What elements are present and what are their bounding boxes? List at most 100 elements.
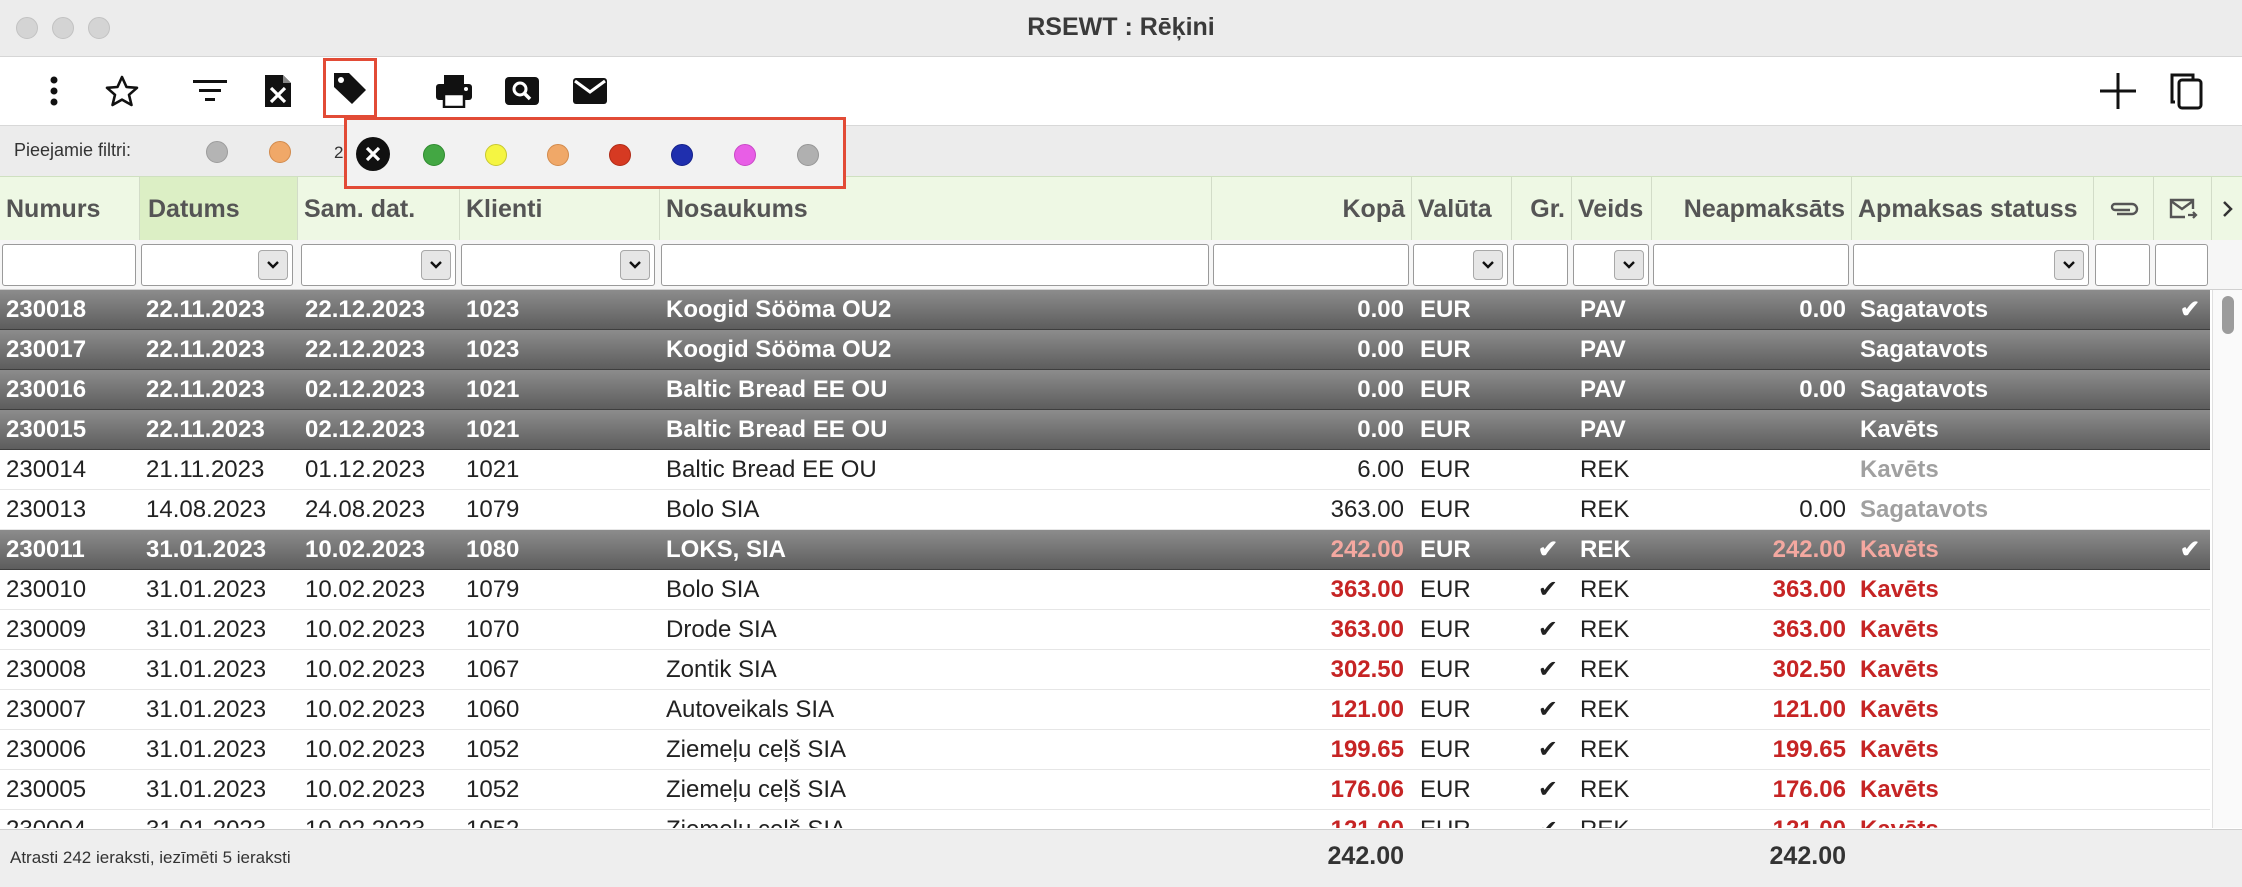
cell-gr	[1512, 490, 1558, 530]
cell-klients: 1067	[466, 656, 520, 683]
table-row[interactable]: 230009 31.01.2023 10.02.2023 1070 Drode …	[0, 610, 2210, 650]
more-button[interactable]	[30, 67, 78, 115]
col-header-datums[interactable]: Datums	[140, 177, 298, 240]
cell-mail	[2154, 610, 2200, 650]
table-row[interactable]: 230017 22.11.2023 22.12.2023 1023 Koogid…	[0, 330, 2210, 370]
col-header-gr[interactable]: Gr.	[1512, 177, 1572, 240]
scrollbar-thumb[interactable]	[2222, 296, 2234, 334]
cell-numurs: 230014	[6, 456, 87, 483]
preview-button[interactable]	[498, 67, 546, 115]
table-row[interactable]: 230018 22.11.2023 22.12.2023 1023 Koogid…	[0, 290, 2210, 330]
print-button[interactable]	[430, 67, 478, 115]
cell-datums: 31.01.2023	[146, 576, 267, 603]
table-row[interactable]: 230015 22.11.2023 02.12.2023 1021 Baltic…	[0, 410, 2210, 450]
filter-input-kopa[interactable]	[1213, 244, 1409, 286]
col-header-valuta[interactable]: Valūta	[1412, 177, 1512, 240]
col-header-mail-sent[interactable]	[2154, 177, 2212, 240]
filter-input-numurs[interactable]	[2, 244, 136, 286]
tag-color-blue[interactable]	[671, 144, 693, 166]
filter-input-attachment[interactable]	[2095, 244, 2150, 286]
cell-klients: 1079	[466, 576, 520, 603]
column-filter-row	[0, 240, 2242, 290]
table-row[interactable]: 230004 31.01.2023 10.02.2023 1052 Ziemeļ…	[0, 810, 2210, 828]
cell-valuta: EUR	[1420, 336, 1471, 363]
filter-select-apmaksas-statuss[interactable]	[1853, 244, 2089, 286]
cell-kopa: 176.06	[1330, 776, 1404, 803]
filter-orange-dot[interactable]	[269, 141, 291, 163]
filter-button[interactable]	[186, 67, 234, 115]
chevron-down-icon	[1473, 250, 1503, 280]
mail-button[interactable]	[566, 67, 614, 115]
col-header-veids[interactable]: Veids	[1572, 177, 1652, 240]
more-columns-button[interactable]	[2212, 177, 2242, 240]
table-row[interactable]: 230010 31.01.2023 10.02.2023 1079 Bolo S…	[0, 570, 2210, 610]
favorite-button[interactable]	[98, 67, 146, 115]
cell-klients: 1052	[466, 776, 520, 803]
cell-nosaukums: Ziemeļu ceļš SIA	[666, 810, 1206, 828]
col-header-apmaksas-statuss[interactable]: Apmaksas statuss	[1852, 177, 2094, 240]
col-header-attachment[interactable]	[2094, 177, 2154, 240]
tag-color-magenta[interactable]	[734, 144, 756, 166]
cell-veids: PAV	[1580, 376, 1626, 403]
add-button[interactable]	[2094, 67, 2142, 115]
table-row[interactable]: 230005 31.01.2023 10.02.2023 1052 Ziemeļ…	[0, 770, 2210, 810]
cell-numurs: 230004	[6, 810, 136, 828]
cell-nosaukums: Koogid Sööma OU2	[666, 336, 892, 363]
filter-select-datums[interactable]	[141, 244, 293, 286]
tag-color-orange[interactable]	[547, 144, 569, 166]
cell-veids: REK	[1580, 696, 1630, 723]
table-row[interactable]: 230016 22.11.2023 02.12.2023 1021 Baltic…	[0, 370, 2210, 410]
tag-color-green[interactable]	[423, 144, 445, 166]
cell-kopa: 363.00	[1330, 496, 1404, 523]
copy-icon	[2170, 73, 2203, 110]
vertical-scrollbar[interactable]	[2212, 290, 2242, 828]
table-row[interactable]: 230014 21.11.2023 01.12.2023 1021 Baltic…	[0, 450, 2210, 490]
filter-select-valuta[interactable]	[1413, 244, 1508, 286]
tag-color-yellow[interactable]	[485, 144, 507, 166]
export-excel-button[interactable]	[254, 67, 302, 115]
cell-gr	[1512, 330, 1558, 370]
cell-klients: 1060	[466, 696, 520, 723]
cell-statuss: Sagatavots	[1860, 496, 1989, 523]
cell-mail	[2154, 370, 2200, 410]
preview-icon	[505, 77, 539, 105]
table-row[interactable]: 230008 31.01.2023 10.02.2023 1067 Zontik…	[0, 650, 2210, 690]
col-header-kopa[interactable]: Kopā	[1212, 177, 1412, 240]
col-header-numurs[interactable]: Numurs	[0, 177, 140, 240]
col-header-neapmaksats[interactable]: Neapmaksāts	[1652, 177, 1852, 240]
cell-statuss: Sagatavots	[1860, 376, 1989, 403]
filter-select-sam-dat[interactable]	[301, 244, 456, 286]
tag-color-grey[interactable]	[797, 144, 819, 166]
cell-statuss: Kavēts	[1860, 416, 1939, 443]
filter-input-gr[interactable]	[1513, 244, 1568, 286]
clear-tag-button[interactable]	[356, 137, 390, 171]
table-row[interactable]: 230013 14.08.2023 24.08.2023 1079 Bolo S…	[0, 490, 2210, 530]
filter-input-nosaukums[interactable]	[661, 244, 1209, 286]
cell-sam-dat: 10.02.2023	[305, 696, 426, 723]
cell-numurs: 230018	[6, 296, 87, 323]
cell-mail	[2154, 330, 2200, 370]
chevron-down-icon	[1614, 250, 1644, 280]
more-icon	[50, 76, 58, 106]
filter-input-mail[interactable]	[2155, 244, 2208, 286]
filter-select-veids[interactable]	[1573, 244, 1649, 286]
cell-nosaukums: Baltic Bread EE OU	[666, 416, 888, 443]
cell-datums: 22.11.2023	[146, 336, 265, 363]
filters-label: Pieejamie filtri:	[14, 140, 132, 160]
cell-klients: 1070	[466, 616, 520, 643]
cell-sam-dat: 10.02.2023	[305, 736, 426, 763]
paperclip-icon	[2110, 202, 2138, 215]
table-row[interactable]: 230011 31.01.2023 10.02.2023 1080 LOKS, …	[0, 530, 2210, 570]
tag-button[interactable]	[323, 58, 377, 118]
cell-sam-dat: 10.02.2023	[305, 776, 426, 803]
filter-grey-dot[interactable]	[206, 141, 228, 163]
table-row[interactable]: 230007 31.01.2023 10.02.2023 1060 Autove…	[0, 690, 2210, 730]
filter-input-neapmaksats[interactable]	[1653, 244, 1849, 286]
invoice-table-body: 230018 22.11.2023 22.12.2023 1023 Koogid…	[0, 290, 2210, 828]
cell-numurs: 230005	[6, 776, 87, 803]
tag-color-red[interactable]	[609, 144, 631, 166]
plus-icon	[2100, 73, 2136, 109]
filter-select-klients[interactable]	[461, 244, 655, 286]
table-row[interactable]: 230006 31.01.2023 10.02.2023 1052 Ziemeļ…	[0, 730, 2210, 770]
copy-button[interactable]	[2162, 67, 2210, 115]
